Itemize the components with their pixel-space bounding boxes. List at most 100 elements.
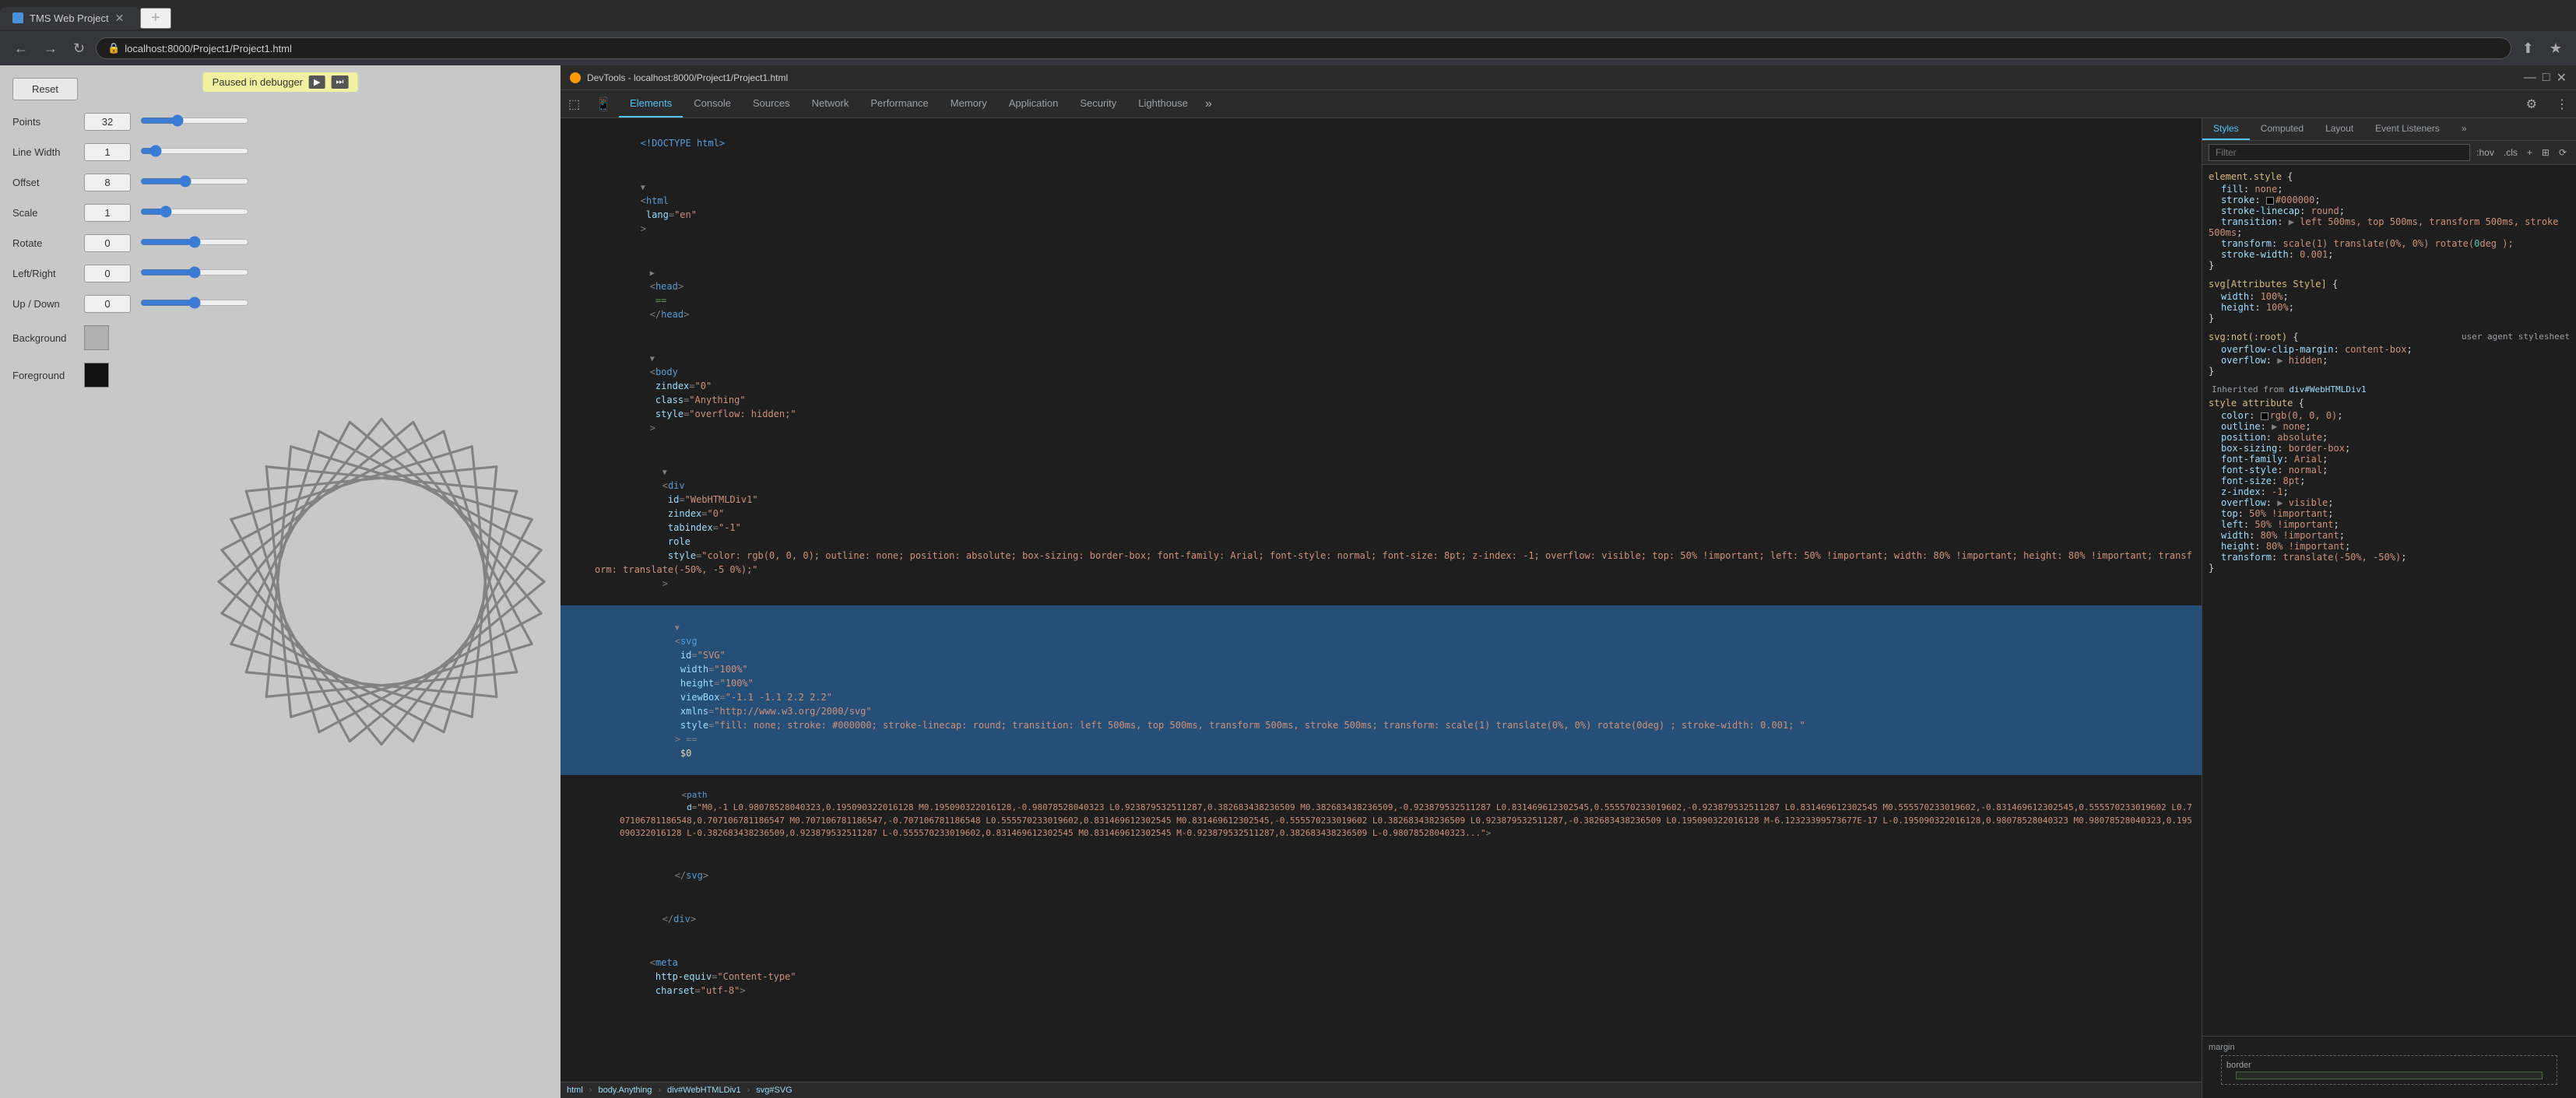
share-icon[interactable]: ⬆	[2518, 37, 2539, 60]
toggle-sidebar-icon[interactable]: ⊞	[2539, 146, 2553, 160]
devtools-body: <!DOCTYPE html> ▼ <html lang="en" > ▶ <h…	[561, 118, 2576, 1098]
svg-not-root-selector: svg:not(:root) {user agent stylesheet	[2209, 332, 2570, 342]
devtools-minimize-button[interactable]: —	[2524, 70, 2536, 86]
styles-tab-styles[interactable]: Styles	[2202, 118, 2250, 140]
style-top-prop: top: 50% !important;	[2209, 508, 2570, 519]
html-path-line[interactable]: <path d="M0,-1 L0.98078528040323,0.19509…	[561, 775, 2202, 854]
forward-button[interactable]: →	[39, 37, 62, 60]
box-model-label: margin	[2209, 1043, 2570, 1052]
html-doctype-line[interactable]: <!DOCTYPE html>	[561, 121, 2202, 165]
leftright-input[interactable]	[84, 265, 131, 282]
tab-network[interactable]: Network	[801, 90, 860, 118]
style-boxsizing-prop: box-sizing: border-box;	[2209, 443, 2570, 454]
styles-filter-input[interactable]	[2209, 144, 2470, 161]
html-html-line[interactable]: ▼ <html lang="en" >	[561, 165, 2202, 251]
style-stroke-prop: stroke: #000000;	[2209, 195, 2570, 205]
points-label: Points	[12, 116, 75, 128]
html-meta-line[interactable]: <meta http-equiv="Content-type" charset=…	[561, 941, 2202, 1012]
inspect-element-icon[interactable]: ⬚	[561, 92, 588, 117]
linewidth-input[interactable]	[84, 143, 131, 161]
tab-elements[interactable]: Elements	[619, 90, 683, 118]
breadcrumb-svg[interactable]: svg#SVG	[756, 1086, 792, 1095]
lock-icon: 🔒	[107, 42, 120, 54]
active-tab[interactable]: TMS Web Project ✕	[0, 7, 140, 30]
breadcrumb-body[interactable]: body.Anything	[598, 1086, 652, 1095]
scale-input[interactable]	[84, 204, 131, 222]
webpage-panel: Paused in debugger ▶ ⏭ Reset Points Line…	[0, 65, 561, 1098]
hov-filter-button[interactable]: :hov	[2473, 146, 2497, 160]
box-model: margin border	[2202, 1036, 2576, 1098]
foreground-color-swatch[interactable]	[84, 363, 109, 388]
breadcrumb-html[interactable]: html	[567, 1086, 583, 1095]
refresh-styles-icon[interactable]: ⟳	[2556, 146, 2570, 160]
offset-input[interactable]	[84, 174, 131, 191]
devtools-restore-button[interactable]: □	[2543, 70, 2550, 86]
style-overflow2-prop: overflow: ▶ visible;	[2209, 497, 2570, 508]
tab-console[interactable]: Console	[683, 90, 742, 118]
device-toolbar-icon[interactable]: 📱	[588, 92, 619, 117]
step-over-button[interactable]: ⏭	[331, 75, 348, 89]
devtools-panel: DevTools - localhost:8000/Project1/Proje…	[561, 65, 2576, 1098]
border-box	[2236, 1072, 2543, 1079]
html-svg-line[interactable]: ▼ <svg id="SVG" width="100%" height="100…	[561, 605, 2202, 775]
devtools-close-button[interactable]: ✕	[2557, 70, 2567, 86]
style-fontstyle-prop: font-style: normal;	[2209, 465, 2570, 475]
style-overflow-clip-prop: overflow-clip-margin: content-box;	[2209, 344, 2570, 355]
style-fill-prop: fill: none;	[2209, 184, 2570, 195]
rotate-input[interactable]	[84, 234, 131, 252]
elements-html-tree[interactable]: <!DOCTYPE html> ▼ <html lang="en" > ▶ <h…	[561, 118, 2202, 1082]
paused-label: Paused in debugger	[213, 76, 303, 88]
address-bar[interactable]: 🔒 localhost:8000/Project1/Project1.html	[96, 37, 2511, 59]
more-tabs-button[interactable]: »	[1199, 91, 1218, 118]
style-color-prop: color: rgb(0, 0, 0);	[2209, 410, 2570, 421]
html-body-line[interactable]: ▼ <body zindex="0" class="Anything" styl…	[561, 336, 2202, 450]
style-overflow-prop: overflow: ▶ hidden;	[2209, 355, 2570, 366]
styles-tab-event-listeners[interactable]: Event Listeners	[2364, 118, 2451, 140]
devtools-favicon	[570, 72, 581, 83]
styles-tab-more[interactable]: »	[2451, 118, 2478, 140]
resume-button[interactable]: ▶	[309, 75, 325, 89]
svg-visualization	[202, 65, 561, 1098]
background-color-swatch[interactable]	[84, 325, 109, 350]
tab-sources[interactable]: Sources	[742, 90, 801, 118]
border-label: border	[2226, 1061, 2552, 1070]
back-button[interactable]: ←	[9, 37, 33, 60]
style-zindex-prop: z-index: -1;	[2209, 486, 2570, 497]
new-tab-button[interactable]: +	[140, 8, 171, 29]
style-width-prop: width: 100%;	[2209, 291, 2570, 302]
add-style-button[interactable]: +	[2524, 146, 2536, 160]
styles-tab-layout[interactable]: Layout	[2314, 118, 2364, 140]
styles-panel: Styles Computed Layout Event Listeners »…	[2202, 118, 2576, 1098]
refresh-button[interactable]: ↻	[69, 37, 90, 60]
tab-security[interactable]: Security	[1069, 90, 1127, 118]
updown-input[interactable]	[84, 295, 131, 313]
html-div-close-line[interactable]: </div>	[561, 897, 2202, 941]
reset-button[interactable]: Reset	[12, 78, 78, 100]
toolbar-right: ⚙ ⋮	[2518, 92, 2576, 117]
devtools-title: DevTools - localhost:8000/Project1/Proje…	[570, 72, 788, 83]
scale-label: Scale	[12, 207, 75, 219]
html-svg-close-line[interactable]: </svg>	[561, 854, 2202, 897]
tab-lighthouse[interactable]: Lighthouse	[1127, 90, 1199, 118]
bookmark-icon[interactable]: ★	[2545, 37, 2567, 60]
tab-close-btn[interactable]: ✕	[115, 12, 125, 25]
more-options-icon[interactable]: ⋮	[2548, 92, 2576, 117]
background-label: Background	[12, 332, 75, 344]
html-div-webhtml-line[interactable]: ▼ <div id="WebHTMLDiv1" zindex="0" tabin…	[561, 450, 2202, 605]
cls-filter-button[interactable]: .cls	[2500, 146, 2521, 160]
tab-memory[interactable]: Memory	[940, 90, 998, 118]
tab-application[interactable]: Application	[998, 90, 1070, 118]
updown-label: Up / Down	[12, 298, 75, 310]
settings-icon[interactable]: ⚙	[2518, 92, 2545, 117]
styles-tabs: Styles Computed Layout Event Listeners »	[2202, 118, 2576, 141]
points-input[interactable]	[84, 113, 131, 131]
style-attribute-close: }	[2209, 563, 2570, 574]
styles-content: element.style { fill: none; stroke: #000…	[2202, 165, 2576, 1036]
style-stroke-linecap-prop: stroke-linecap: round;	[2209, 205, 2570, 216]
breadcrumb-div[interactable]: div#WebHTMLDiv1	[667, 1086, 741, 1095]
html-head-line[interactable]: ▶ <head> == </head>	[561, 251, 2202, 336]
devtools-titlebar: DevTools - localhost:8000/Project1/Proje…	[561, 65, 2576, 90]
tab-performance[interactable]: Performance	[859, 90, 939, 118]
style-height-prop: height: 100%;	[2209, 302, 2570, 313]
styles-tab-computed[interactable]: Computed	[2250, 118, 2314, 140]
